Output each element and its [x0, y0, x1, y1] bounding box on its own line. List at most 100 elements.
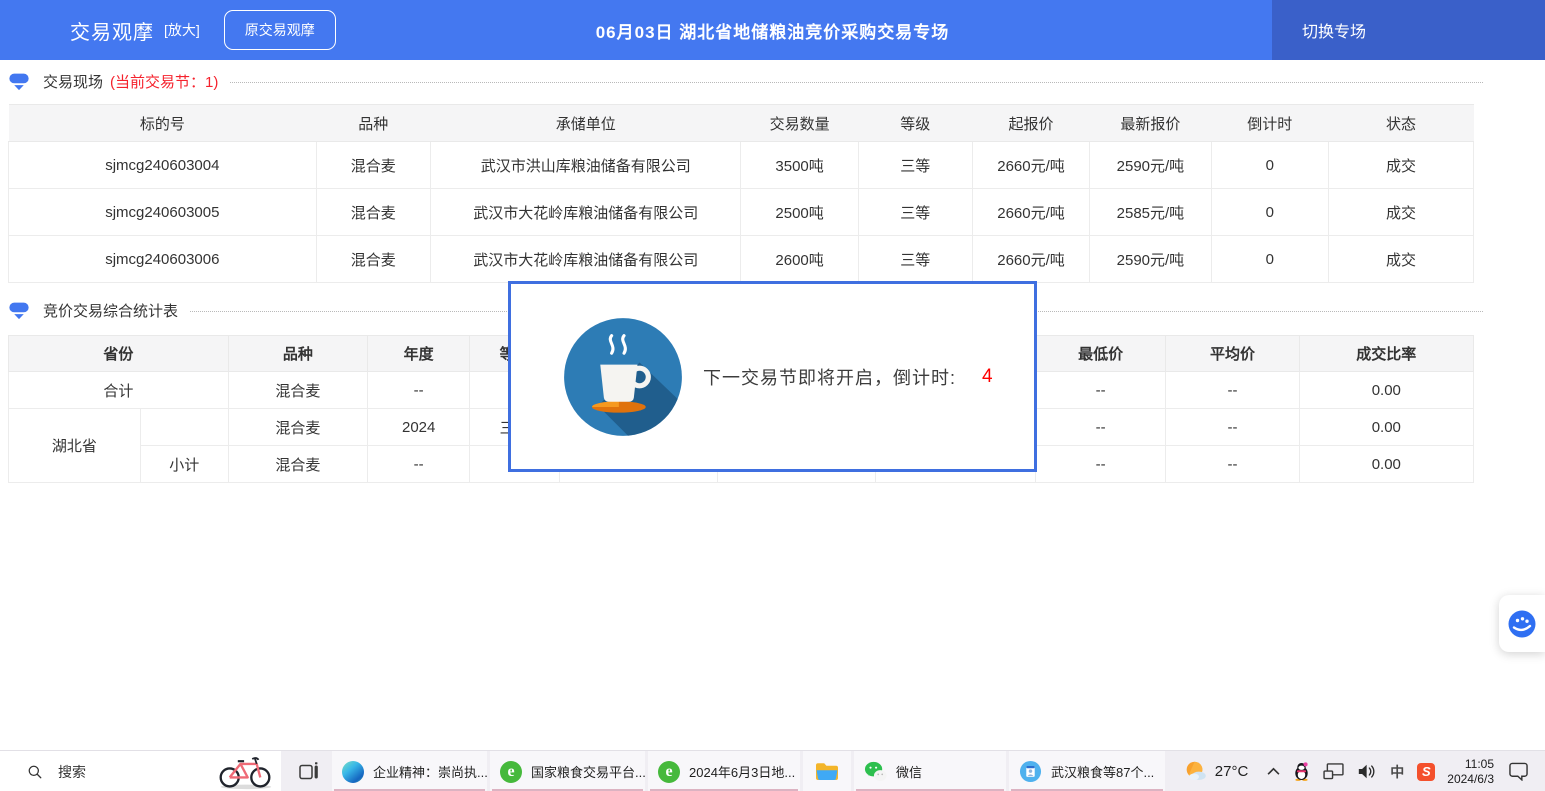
tray-display[interactable] — [1323, 763, 1344, 780]
search-input[interactable]: 搜索 — [0, 751, 281, 791]
ime-zh-icon: 中 — [1390, 762, 1404, 782]
qq-penguin-icon — [1293, 762, 1310, 781]
taskbar-app-file-explorer[interactable] — [803, 751, 851, 791]
latest-price: 2590元/吨 — [1090, 142, 1212, 189]
col-header: 等级 — [858, 105, 972, 142]
taskbar: 搜索 企业精神：崇尚执... e — [0, 750, 1545, 791]
weather-widget[interactable]: 27°C — [1183, 760, 1249, 783]
taskbar-clock[interactable]: 11:05 2024/6/3 — [1447, 757, 1494, 787]
chevron-up-icon — [1267, 767, 1280, 776]
col-header: 状态 — [1328, 105, 1473, 142]
quantity: 2600吨 — [741, 236, 858, 283]
quantity: 3500吨 — [741, 142, 858, 189]
taskbar-app-contacts[interactable]: 武汉粮食等87个... — [1009, 751, 1165, 791]
taskbar-apps: 企业精神：崇尚执... e 国家粮食交易平台... e 2024年6月3日地..… — [332, 751, 1165, 791]
blue-logo-icon — [1507, 609, 1537, 639]
taskbar-app-360-browser-2[interactable]: e 2024年6月3日地... — [648, 751, 800, 791]
search-icon — [27, 764, 43, 780]
taskbar-app-wechat[interactable]: 微信 — [854, 751, 1006, 791]
contacts-icon — [1019, 760, 1042, 783]
col-header: 平均价 — [1166, 336, 1299, 372]
col-header: 倒计时 — [1211, 105, 1328, 142]
notification-center-button[interactable] — [1508, 762, 1529, 781]
clock-date: 2024/6/3 — [1447, 772, 1494, 787]
app-title: 交易观摩 — [70, 16, 154, 45]
search-placeholder: 搜索 — [58, 762, 86, 782]
year: -- — [367, 446, 470, 483]
col-header: 最低价 — [1035, 336, 1165, 372]
live-section-header: 交易现场 (当前交易节：1) — [8, 67, 1483, 95]
countdown: 0 — [1211, 236, 1328, 283]
year: 2024 — [367, 409, 470, 446]
min-price: -- — [1035, 372, 1165, 409]
avg-price: -- — [1166, 409, 1299, 446]
temperature: 27°C — [1215, 763, 1249, 780]
float-widget-button[interactable] — [1499, 595, 1545, 652]
status-badge: 成交 — [1328, 142, 1473, 189]
countdown-dialog: 下一交易节即将开启，倒计时: 4 — [508, 281, 1037, 472]
funnel-icon — [8, 299, 30, 321]
countdown-message: 下一交易节即将开启，倒计时: — [703, 364, 956, 390]
grade: 三等 — [858, 236, 972, 283]
depot: 武汉市大花岭库粮油储备有限公司 — [430, 236, 741, 283]
col-header: 起报价 — [972, 105, 1089, 142]
tray-volume[interactable] — [1357, 763, 1377, 780]
lot-id: sjmcg240603005 — [9, 189, 317, 236]
subcategory: 小计 — [140, 446, 228, 483]
start-price: 2660元/吨 — [972, 236, 1089, 283]
col-header: 交易数量 — [741, 105, 858, 142]
taskbar-app-360-browser[interactable]: e 国家粮食交易平台... — [490, 751, 645, 791]
col-header: 品种 — [316, 105, 430, 142]
table-row: sjmcg240603005 混合麦 武汉市大花岭库粮油储备有限公司 2500吨… — [9, 189, 1474, 236]
tray-ime[interactable]: 中 — [1390, 762, 1404, 782]
min-price: -- — [1035, 446, 1165, 483]
latest-price: 2585元/吨 — [1090, 189, 1212, 236]
stats-section-title: 竞价交易综合统计表 — [43, 300, 178, 321]
search-highlight-bicycle-icon[interactable] — [215, 754, 275, 790]
current-session-badge: (当前交易节：1) — [110, 71, 218, 92]
tray-qq[interactable] — [1293, 762, 1310, 781]
depot: 武汉市大花岭库粮油储备有限公司 — [430, 189, 741, 236]
table-row: sjmcg240603004 混合麦 武汉市洪山库粮油储备有限公司 3500吨 … — [9, 142, 1474, 189]
tray-sogou[interactable]: S — [1417, 763, 1435, 781]
origin-view-button[interactable]: 原交易观摩 — [224, 10, 336, 50]
min-price: -- — [1035, 409, 1165, 446]
speaker-icon — [1357, 763, 1377, 780]
deal-ratio: 0.00 — [1299, 446, 1473, 483]
avg-price: -- — [1166, 446, 1299, 483]
depot: 武汉市洪山库粮油储备有限公司 — [430, 142, 741, 189]
deal-ratio: 0.00 — [1299, 372, 1473, 409]
live-table-header-row: 标的号 品种 承储单位 交易数量 等级 起报价 最新报价 倒计时 状态 — [9, 105, 1474, 142]
col-header: 省份 — [9, 336, 229, 372]
table-row: sjmcg240603006 混合麦 武汉市大花岭库粮油储备有限公司 2600吨… — [9, 236, 1474, 283]
col-header: 成交比率 — [1299, 336, 1473, 372]
coffee-cup-icon — [561, 315, 685, 439]
live-table: 标的号 品种 承储单位 交易数量 等级 起报价 最新报价 倒计时 状态 sjmc… — [8, 104, 1474, 283]
zoom-link[interactable]: [放大] — [164, 20, 200, 40]
status-badge: 成交 — [1328, 236, 1473, 283]
lot-id: sjmcg240603006 — [9, 236, 317, 283]
system-tray: 27°C — [1183, 751, 1545, 791]
col-header: 品种 — [228, 336, 367, 372]
task-view-button[interactable] — [290, 751, 328, 791]
taskbar-app-edge[interactable]: 企业精神：崇尚执... — [332, 751, 487, 791]
province-total: 合计 — [9, 372, 229, 409]
wechat-icon — [864, 760, 887, 783]
360-browser-icon: e — [500, 761, 522, 783]
col-header: 承储单位 — [430, 105, 741, 142]
edge-icon — [342, 761, 364, 783]
grade: 三等 — [858, 142, 972, 189]
year: -- — [367, 372, 470, 409]
status-badge: 成交 — [1328, 189, 1473, 236]
avg-price: -- — [1166, 372, 1299, 409]
tray-expand-button[interactable] — [1267, 767, 1280, 776]
col-header: 年度 — [367, 336, 470, 372]
notification-bubble-icon — [1508, 762, 1529, 781]
funnel-icon — [8, 70, 30, 92]
dotted-divider — [230, 82, 1483, 83]
display-icon — [1323, 763, 1344, 780]
switch-session-button[interactable]: 切换专场 — [1272, 0, 1545, 60]
variety: 混合麦 — [228, 372, 367, 409]
variety: 混合麦 — [228, 446, 367, 483]
variety: 混合麦 — [316, 236, 430, 283]
